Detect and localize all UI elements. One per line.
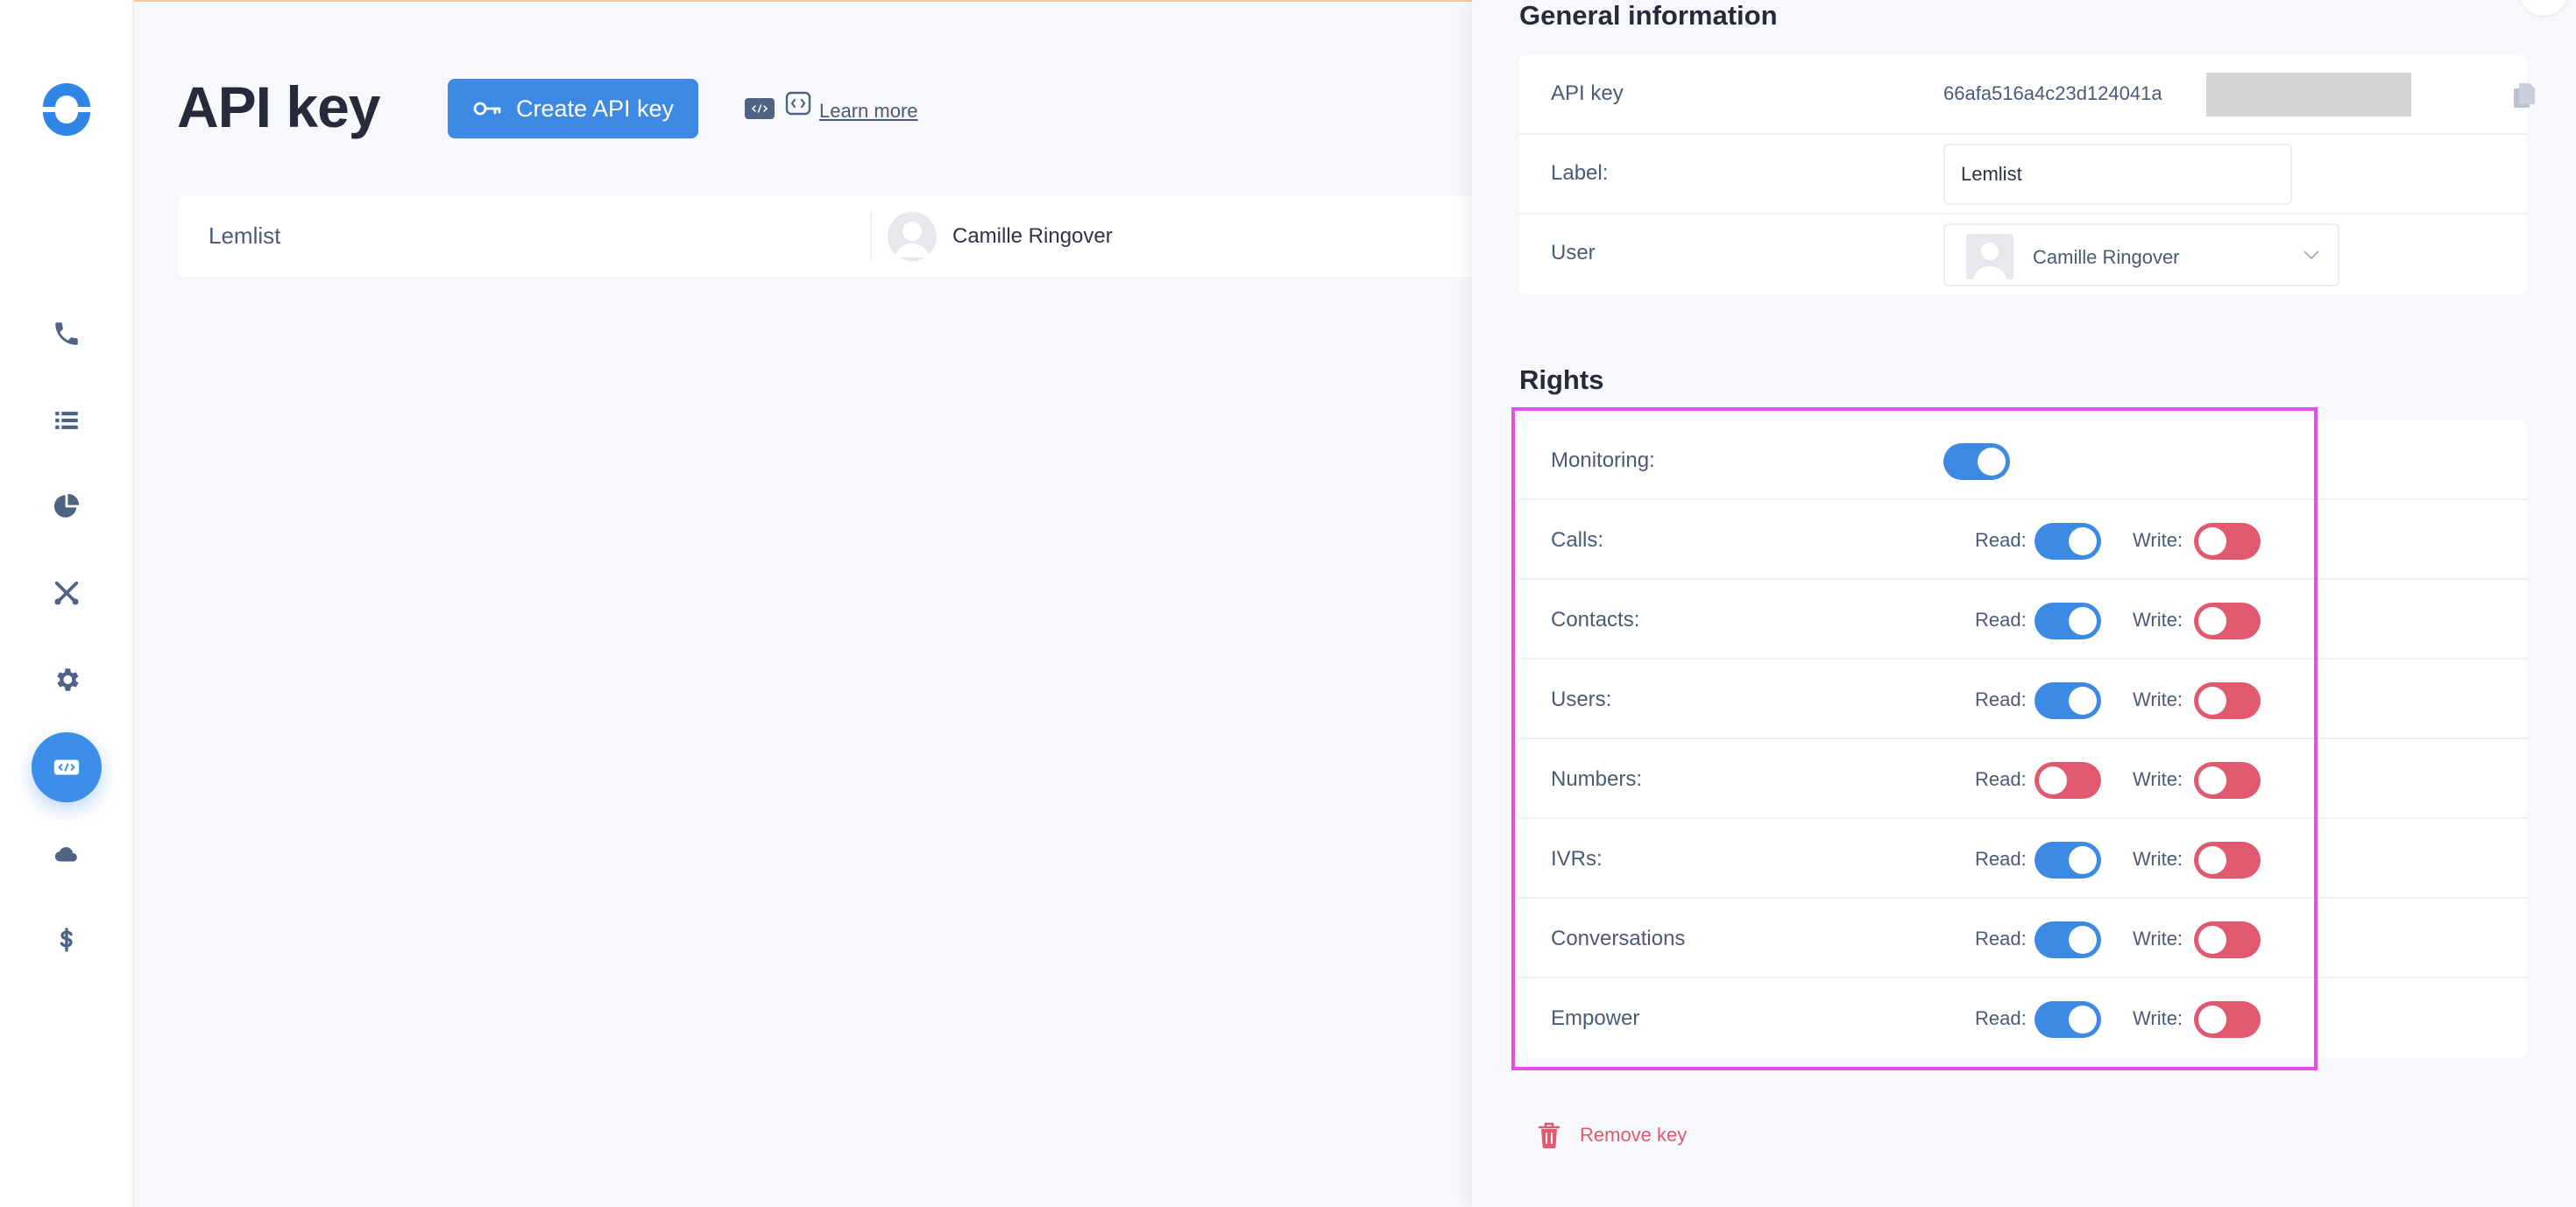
- sidebar-item-integrations[interactable]: [32, 819, 102, 889]
- label-input[interactable]: Lemlist: [1943, 144, 2292, 205]
- copy-icon[interactable]: [2512, 81, 2537, 109]
- general-information-card: API key 66afa516a4c23d124041a Label: Lem…: [1519, 55, 2535, 294]
- crossed-tools-icon: [54, 581, 79, 605]
- learn-more-link[interactable]: Learn more: [819, 100, 918, 123]
- sidebar-item-tools[interactable]: [32, 558, 102, 628]
- user-select[interactable]: Camille Ringover: [1943, 223, 2339, 286]
- sidebar: [0, 0, 134, 1207]
- user-field-label: User: [1551, 241, 1596, 265]
- api-key-row[interactable]: Lemlist Camille Ringover: [178, 196, 1685, 277]
- general-information-title: General information: [1519, 0, 1778, 31]
- api-key-value: 66afa516a4c23d124041a: [1943, 82, 2162, 104]
- documentation-icon[interactable]: [785, 91, 811, 116]
- label-field-label: Label:: [1551, 161, 1609, 185]
- ringover-logo[interactable]: [36, 79, 97, 140]
- sidebar-item-statistics[interactable]: [32, 471, 102, 541]
- page-title: API key: [177, 74, 380, 139]
- chevron-down-icon: [2304, 251, 2319, 260]
- pie-chart-icon: [53, 493, 80, 518]
- create-api-key-button[interactable]: Create API key: [448, 79, 698, 138]
- close-panel-button[interactable]: [2517, 0, 2570, 18]
- code-icon: [53, 759, 80, 775]
- user-field-row: User Camille Ringover: [1519, 215, 2527, 294]
- key-icon: [473, 102, 501, 116]
- dollar-icon: [60, 928, 73, 952]
- phone-icon: [55, 322, 78, 345]
- api-key-row-user: Camille Ringover: [952, 224, 1113, 248]
- create-api-key-label: Create API key: [515, 95, 675, 122]
- cloud-icon: [54, 847, 77, 862]
- user-select-value: Camille Ringover: [2033, 246, 2180, 268]
- code-badge-icon: [745, 98, 775, 119]
- sidebar-item-calls[interactable]: [32, 299, 102, 369]
- label-field-row: Label: Lemlist: [1519, 135, 2527, 215]
- avatar: [1966, 234, 2013, 279]
- remove-key-label: Remove key: [1580, 1124, 1688, 1146]
- sidebar-item-billing[interactable]: [32, 905, 102, 975]
- api-key-row-label: Lemlist: [209, 222, 281, 249]
- sidebar-item-settings[interactable]: [32, 645, 102, 715]
- trash-icon: [1538, 1122, 1560, 1148]
- rights-highlight-box: [1511, 407, 2318, 1070]
- remove-key-button[interactable]: Remove key: [1538, 1121, 1687, 1149]
- row-divider: [870, 212, 872, 261]
- gear-icon: [57, 668, 79, 691]
- avatar: [888, 212, 937, 261]
- api-key-redaction: [2206, 73, 2411, 116]
- list-icon: [55, 412, 78, 429]
- api-key-field-row: API key 66afa516a4c23d124041a: [1519, 55, 2535, 135]
- api-key-field-label: API key: [1551, 81, 1624, 105]
- rights-title: Rights: [1519, 364, 1604, 395]
- sidebar-item-api[interactable]: [32, 732, 102, 802]
- sidebar-item-list[interactable]: [32, 385, 102, 455]
